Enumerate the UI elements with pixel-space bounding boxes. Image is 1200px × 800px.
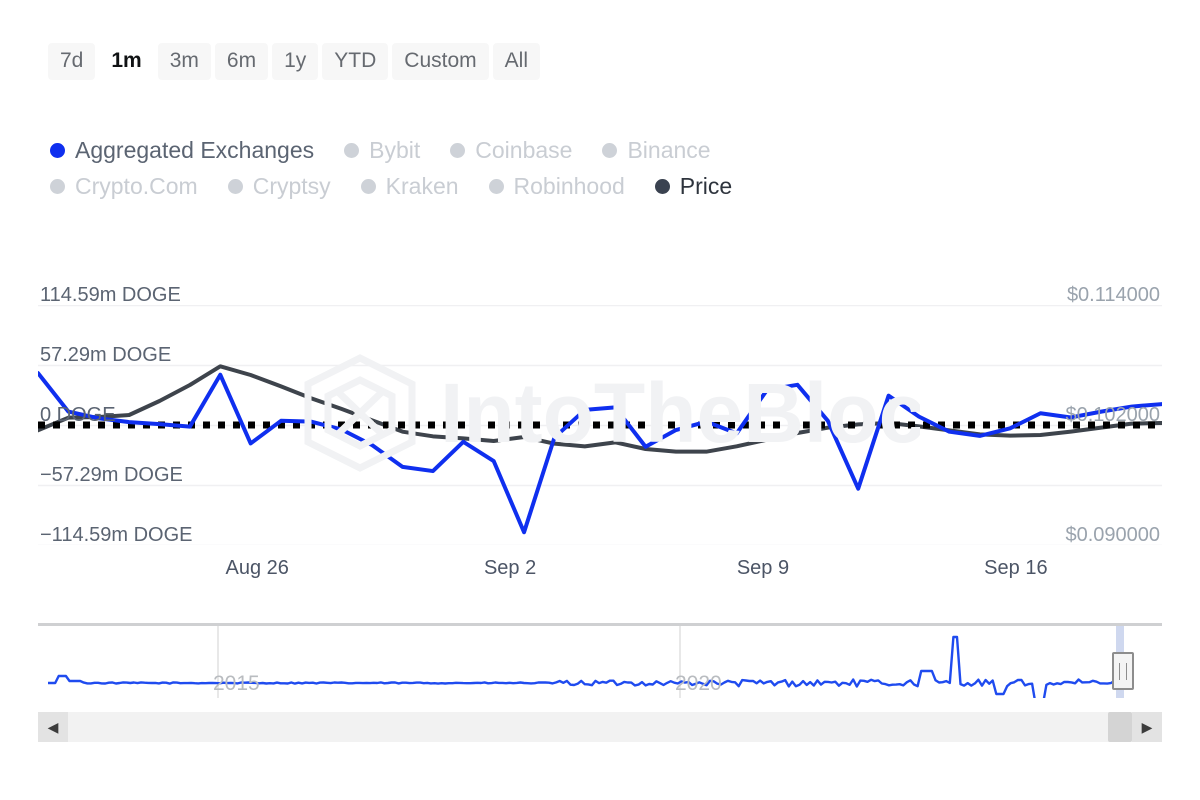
scrollbar-left-button[interactable]: ◀ bbox=[38, 712, 68, 742]
series-line-aggregated-exchanges bbox=[38, 371, 1162, 535]
legend-label: Binance bbox=[627, 136, 711, 163]
legend-item-cryptsy[interactable]: Cryptsy bbox=[227, 172, 331, 199]
legend-item-bybit[interactable]: Bybit bbox=[344, 136, 421, 163]
range-button-1y[interactable]: 1y bbox=[272, 43, 319, 80]
y-axis-left-tick-label: 114.59m DOGE bbox=[40, 284, 181, 306]
handle-grip-icon bbox=[1119, 663, 1127, 680]
y-axis-left-tick-label: −114.59m DOGE bbox=[40, 524, 193, 546]
legend-dot-icon bbox=[344, 142, 360, 158]
y-axis-left-tick-label: 0 DOGE bbox=[40, 404, 116, 426]
navigator-right-handle[interactable] bbox=[1112, 652, 1134, 690]
range-button-ytd[interactable]: YTD bbox=[322, 43, 389, 80]
legend-dot-icon bbox=[360, 178, 376, 194]
legend-label: Cryptsy bbox=[252, 172, 331, 199]
range-selector: 7d 1m 3m 6m 1y YTD Custom All bbox=[48, 43, 540, 80]
navigator-series-line bbox=[48, 635, 1119, 698]
range-button-1m[interactable]: 1m bbox=[99, 43, 154, 80]
y-axis-right-tick-label: $0.114000 bbox=[1066, 284, 1160, 306]
legend-label: Robinhood bbox=[513, 172, 625, 199]
legend-item-crypto-com[interactable]: Crypto.Com bbox=[50, 172, 198, 199]
y-axis-right-tick-label: $0.090000 bbox=[1065, 524, 1160, 546]
legend-label: Price bbox=[679, 172, 733, 199]
legend-item-coinbase[interactable]: Coinbase bbox=[450, 136, 573, 163]
legend-item-price[interactable]: Price bbox=[654, 172, 733, 199]
legend-dot-icon bbox=[488, 178, 504, 194]
range-button-6m[interactable]: 6m bbox=[214, 43, 269, 80]
legend-item-robinhood[interactable]: Robinhood bbox=[488, 172, 625, 199]
navigator-sparkline bbox=[48, 626, 1119, 698]
legend-label: Kraken bbox=[385, 172, 459, 199]
legend-dot-icon bbox=[50, 142, 65, 158]
legend-row-2: Crypto.Com Cryptsy Kraken Robinhood Pric… bbox=[50, 168, 1050, 204]
scrollbar-track[interactable] bbox=[68, 712, 1132, 742]
legend-label: Crypto.Com bbox=[75, 172, 198, 199]
scrollbar-right-button[interactable]: ▶ bbox=[1132, 712, 1162, 742]
legend-label: Bybit bbox=[369, 136, 421, 163]
range-button-3m[interactable]: 3m bbox=[157, 43, 211, 80]
legend-label: Coinbase bbox=[475, 136, 573, 163]
main-chart-plot[interactable] bbox=[38, 305, 1162, 545]
chart-scrollbar[interactable]: ◀ ▶ bbox=[38, 712, 1162, 742]
legend-row-1: Aggregated Exchanges Bybit Coinbase Bina… bbox=[50, 132, 1050, 168]
chart-legend: Aggregated Exchanges Bybit Coinbase Bina… bbox=[50, 132, 1050, 204]
x-axis-tick-label: Aug 26 bbox=[225, 557, 289, 579]
legend-item-aggregated-exchanges[interactable]: Aggregated Exchanges bbox=[50, 136, 315, 163]
y-axis-left-tick-label: 57.29m DOGE bbox=[40, 344, 172, 366]
x-axis-tick-label: Sep 9 bbox=[736, 557, 790, 579]
chart-page: 7d 1m 3m 6m 1y YTD Custom All Aggregated… bbox=[0, 0, 1200, 800]
legend-item-binance[interactable]: Binance bbox=[602, 136, 711, 163]
range-button-all[interactable]: All bbox=[492, 43, 540, 80]
arrow-left-icon: ◀ bbox=[47, 718, 59, 735]
y-axis-left-tick-label: −57.29m DOGE bbox=[40, 464, 183, 486]
scrollbar-thumb[interactable] bbox=[1108, 712, 1132, 742]
chart-navigator[interactable]: 2015 2020 bbox=[38, 623, 1162, 698]
legend-dot-icon bbox=[227, 178, 243, 194]
x-axis-tick-label: Sep 2 bbox=[483, 557, 537, 579]
legend-dot-icon bbox=[602, 142, 618, 158]
y-axis-right-tick-label: $0.102000 bbox=[1065, 404, 1160, 426]
chart-svg bbox=[38, 305, 1162, 545]
legend-dot-icon bbox=[654, 178, 670, 194]
legend-label: Aggregated Exchanges bbox=[75, 136, 315, 163]
arrow-right-icon: ▶ bbox=[1141, 718, 1153, 735]
navigator-year-label: 2015 bbox=[213, 672, 260, 695]
range-button-custom[interactable]: Custom bbox=[392, 43, 489, 80]
legend-item-kraken[interactable]: Kraken bbox=[360, 172, 459, 199]
range-button-7d[interactable]: 7d bbox=[48, 43, 96, 80]
legend-dot-icon bbox=[450, 142, 466, 158]
x-axis-tick-label: Sep 16 bbox=[984, 557, 1048, 579]
legend-dot-icon bbox=[50, 178, 65, 194]
navigator-year-label: 2020 bbox=[675, 672, 722, 695]
